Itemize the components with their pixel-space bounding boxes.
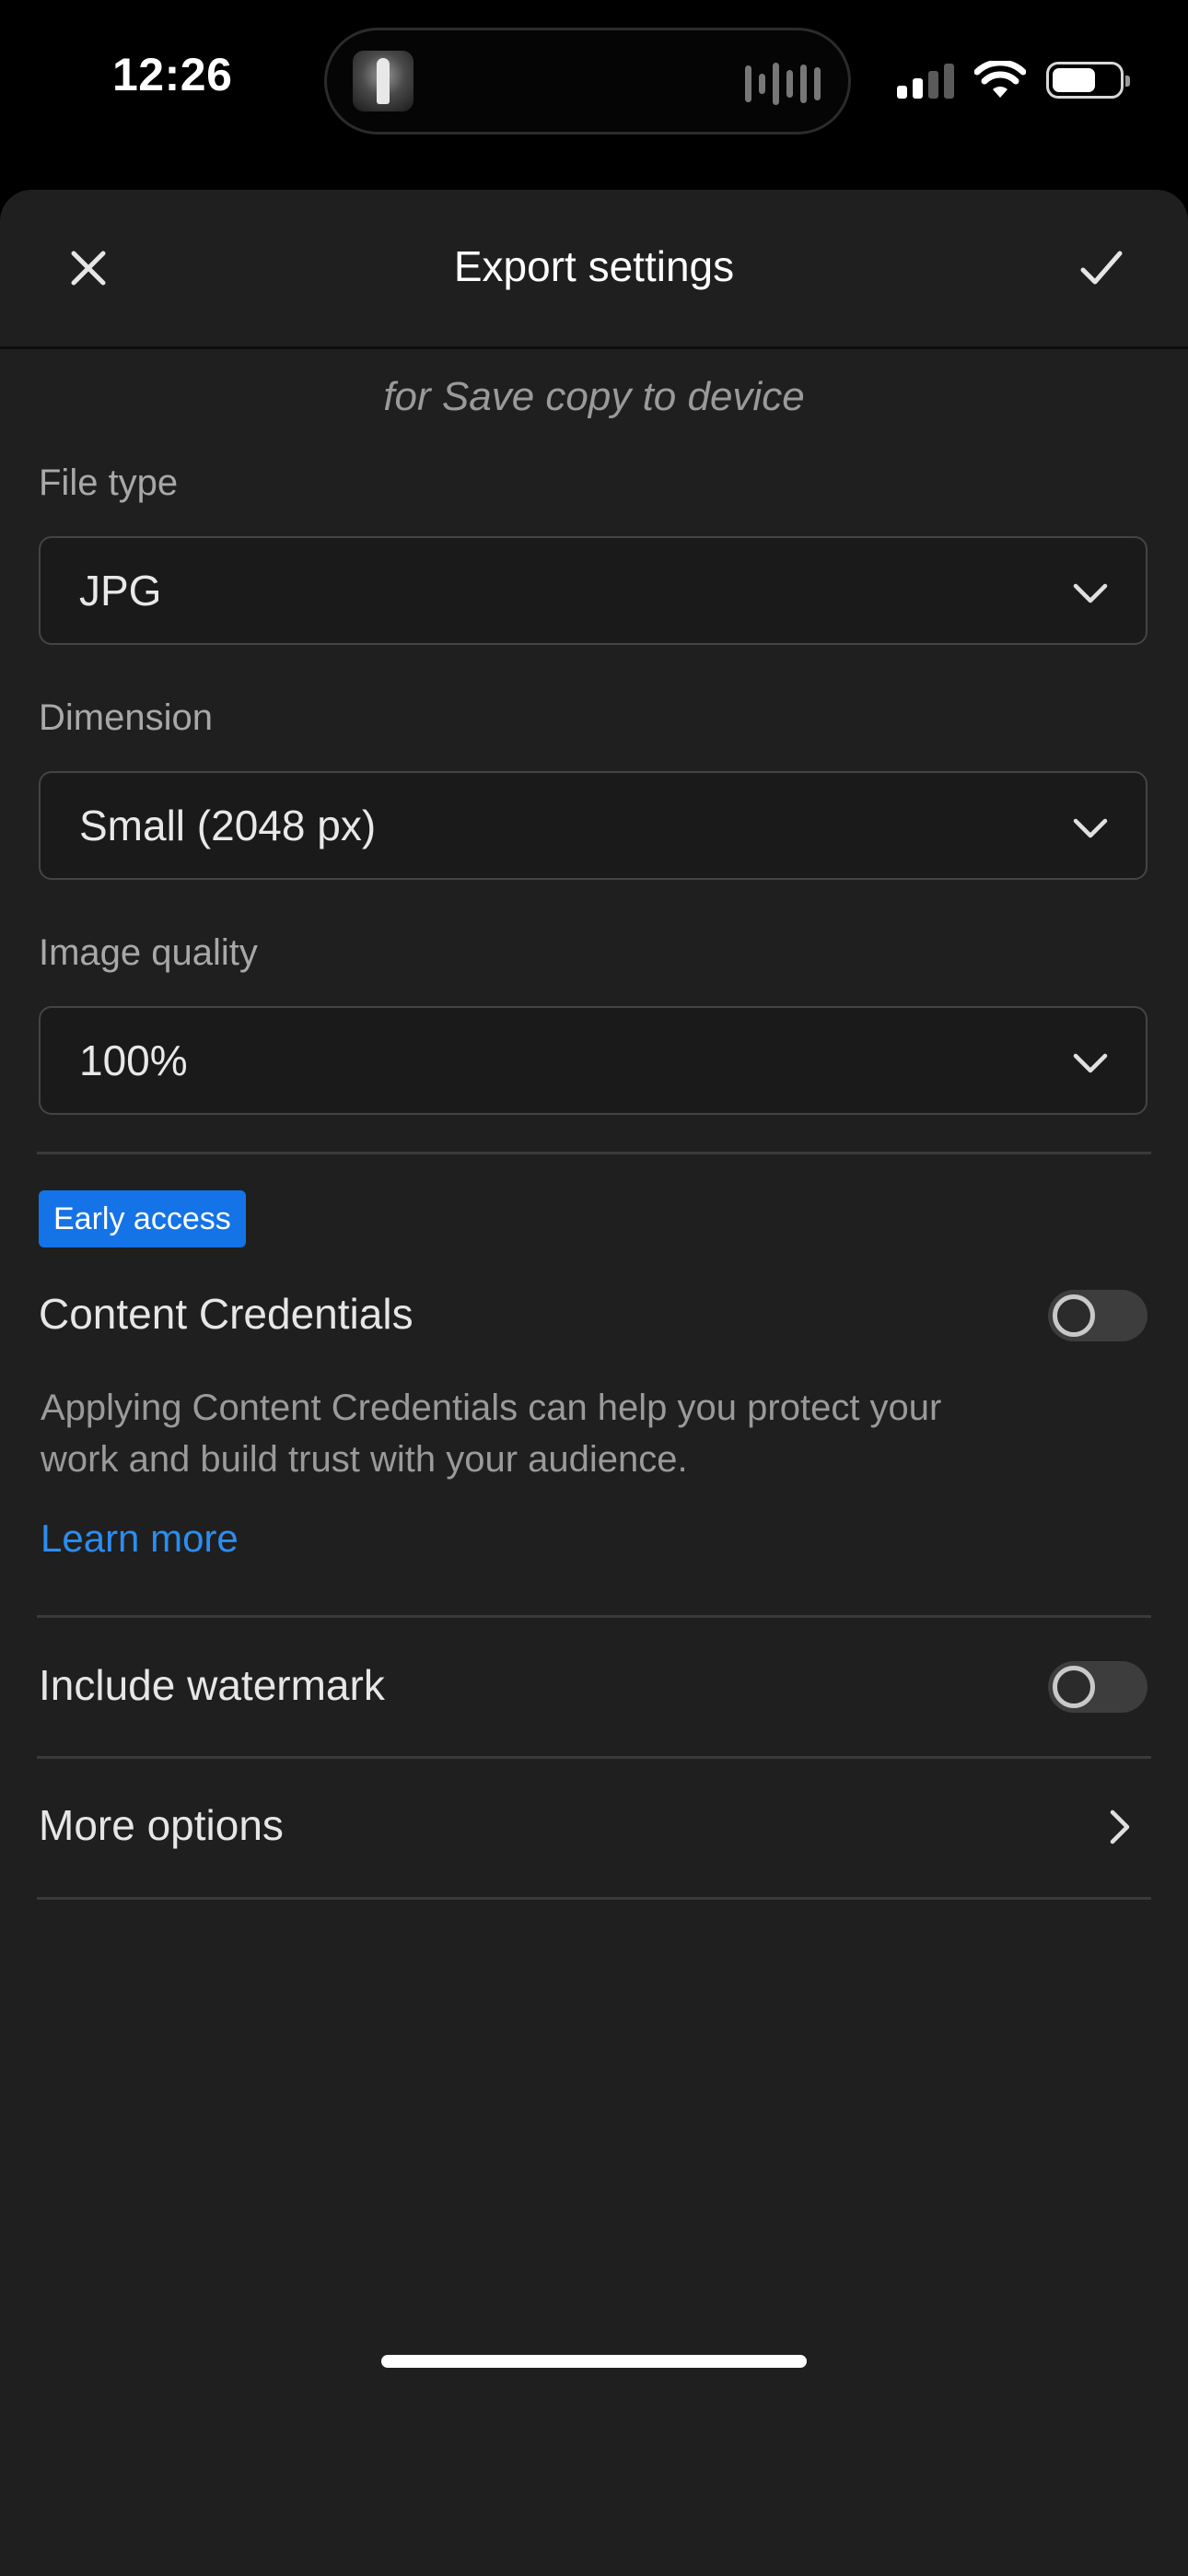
confirm-button[interactable] <box>1065 231 1138 305</box>
content-credentials-description: Applying Content Credentials can help yo… <box>41 1388 942 1480</box>
content-credentials-label: Content Credentials <box>39 1290 413 1338</box>
section-divider <box>37 1615 1151 1618</box>
sheet-title: Export settings <box>453 242 735 290</box>
section-divider <box>37 1897 1151 1900</box>
section-divider <box>37 1152 1151 1154</box>
toggle-knob <box>1053 1666 1095 1708</box>
more-options-row[interactable]: More options <box>0 1759 1188 1897</box>
more-options-label: More options <box>39 1801 284 1849</box>
chevron-down-icon <box>1073 1053 1108 1073</box>
chevron-down-icon <box>1073 818 1108 838</box>
chevron-right-icon <box>1110 1809 1130 1844</box>
export-destination-subtitle: for Save copy to device <box>383 374 805 419</box>
home-indicator[interactable] <box>381 2355 807 2368</box>
battery-icon <box>1046 62 1130 99</box>
toggle-knob <box>1053 1294 1095 1337</box>
file-type-value: JPG <box>79 567 162 615</box>
sheet-header: Export settings <box>0 190 1188 349</box>
image-quality-dropdown[interactable]: 100% <box>39 1006 1147 1115</box>
wifi-icon <box>974 61 1026 98</box>
export-settings-sheet: Export settings for Save copy to device … <box>0 190 1188 2576</box>
file-type-label: File type <box>39 463 179 503</box>
dimension-value: Small (2048 px) <box>79 802 377 849</box>
status-bar: 12:26 <box>0 0 1188 175</box>
include-watermark-toggle[interactable] <box>1048 1661 1147 1713</box>
include-watermark-label: Include watermark <box>39 1661 385 1709</box>
now-playing-thumbnail <box>353 51 413 111</box>
chevron-down-icon <box>1073 583 1108 603</box>
status-time: 12:26 <box>112 49 233 100</box>
learn-more-link[interactable]: Learn more <box>41 1516 239 1561</box>
content-credentials-toggle[interactable] <box>1048 1290 1147 1341</box>
dimension-dropdown[interactable]: Small (2048 px) <box>39 771 1147 880</box>
image-quality-value: 100% <box>79 1036 188 1084</box>
file-type-dropdown[interactable]: JPG <box>39 536 1147 645</box>
dynamic-island[interactable] <box>324 28 851 135</box>
early-access-badge: Early access <box>39 1190 246 1247</box>
status-icons <box>897 61 1130 100</box>
checkmark-icon <box>1080 251 1123 285</box>
cellular-signal-icon <box>897 62 954 99</box>
dimension-label: Dimension <box>39 697 213 738</box>
audio-waveform-icon <box>745 62 821 106</box>
image-quality-label: Image quality <box>39 932 258 973</box>
